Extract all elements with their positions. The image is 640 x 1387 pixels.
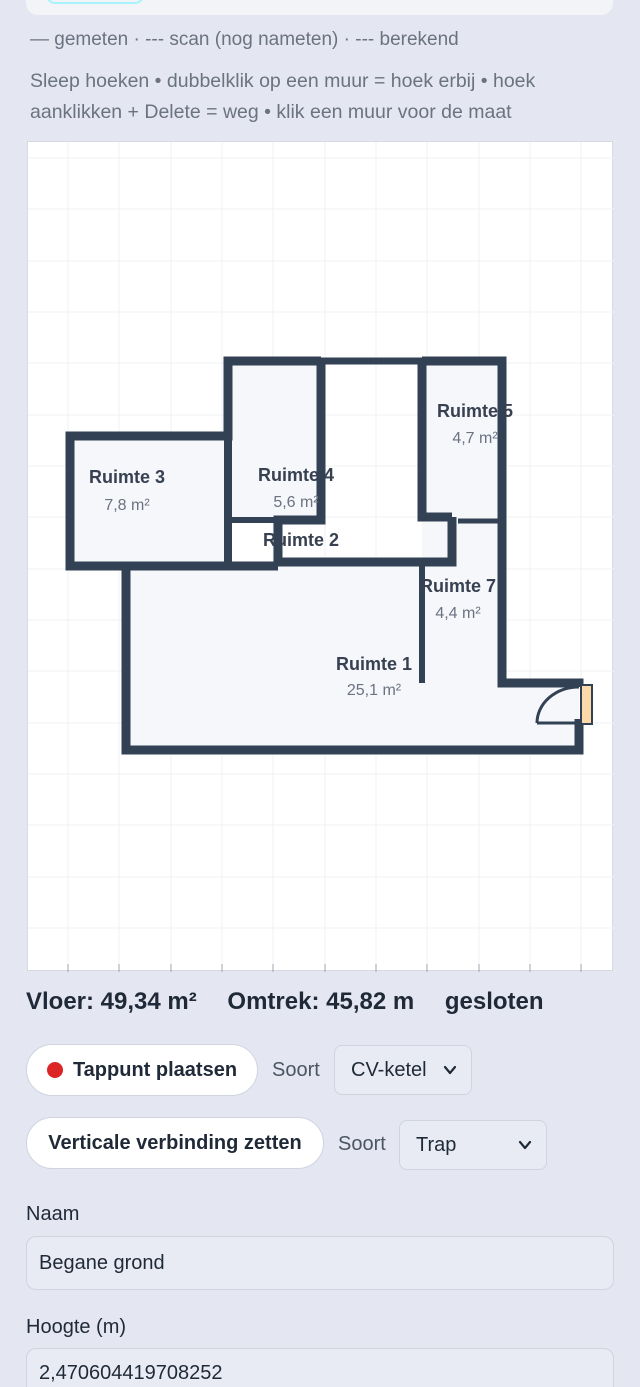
height-input[interactable]: 2,470604419708252 <box>26 1348 614 1387</box>
room-label-name: Ruimte 4 <box>258 465 334 485</box>
tappunt-soort-label: Soort <box>272 1059 320 1081</box>
name-input-value: Begane grond <box>39 1251 165 1274</box>
tappunt-soort-select[interactable]: CV-ketel <box>334 1045 472 1095</box>
edit-hint: Sleep hoeken • dubbelklik op een muur = … <box>30 70 536 123</box>
top-pill-button[interactable] <box>46 0 144 4</box>
room-label-area: 5,6 m² <box>273 494 319 511</box>
floor-stats: Vloer: 49,34 m² Omtrek: 45,82 m gesloten <box>26 988 568 1016</box>
tappunt-soort-value: CV-ketel <box>351 1058 427 1081</box>
height-label: Hoogte (m) <box>26 1316 127 1338</box>
line-legend: — gemeten · --- scan (nog nameten) · ---… <box>30 29 459 50</box>
perimeter: Omtrek: 45,82 m <box>227 988 415 1015</box>
height-input-value: 2,470604419708252 <box>39 1361 223 1384</box>
floorplan-svg[interactable]: Ruimte 1 25,1 m² Ruimte 2 Ruimte 3 7,8 m… <box>28 142 614 972</box>
room-label-area: 7,8 m² <box>104 497 150 514</box>
room-label-name: Ruimte 2 <box>263 530 339 550</box>
editor-page: — gemeten · --- scan (nog nameten) · ---… <box>0 0 640 1387</box>
verbinding-soort-value: Trap <box>416 1133 457 1156</box>
tappunt-button-label: Tappunt plaatsen <box>72 1058 238 1081</box>
door-leaf <box>580 684 593 725</box>
room-7-shape[interactable] <box>422 520 501 683</box>
red-dot-icon <box>46 1062 63 1078</box>
floorplan-canvas[interactable]: Ruimte 1 25,1 m² Ruimte 2 Ruimte 3 7,8 m… <box>27 141 614 972</box>
room-label-area: 25,1 m² <box>347 682 402 699</box>
vertical-connection-button-label: Verticale verbinding zetten <box>48 1131 302 1154</box>
name-label: Naam <box>26 1203 80 1225</box>
verbinding-soort-label: Soort <box>338 1133 386 1155</box>
room-label-area: 4,7 m² <box>452 430 498 447</box>
room-label-name: Ruimte 5 <box>437 401 513 421</box>
closed-status: gesloten <box>444 988 544 1015</box>
vertical-connection-button[interactable]: Verticale verbinding zetten <box>26 1117 324 1169</box>
chevron-down-icon <box>518 1140 532 1150</box>
room-label-name: Ruimte 1 <box>336 654 412 674</box>
chevron-down-icon <box>443 1065 457 1075</box>
floor-area: Vloer: 49,34 m² <box>26 988 197 1015</box>
room-label-name: Ruimte 7 <box>420 576 496 596</box>
tappunt-button[interactable]: Tappunt plaatsen <box>26 1044 258 1096</box>
name-input[interactable]: Begane grond <box>26 1236 614 1290</box>
verbinding-soort-select[interactable]: Trap <box>399 1120 547 1170</box>
room-label-area: 4,4 m² <box>435 605 481 622</box>
room-label-name: Ruimte 3 <box>89 467 165 487</box>
grid-ticks <box>67 964 582 972</box>
